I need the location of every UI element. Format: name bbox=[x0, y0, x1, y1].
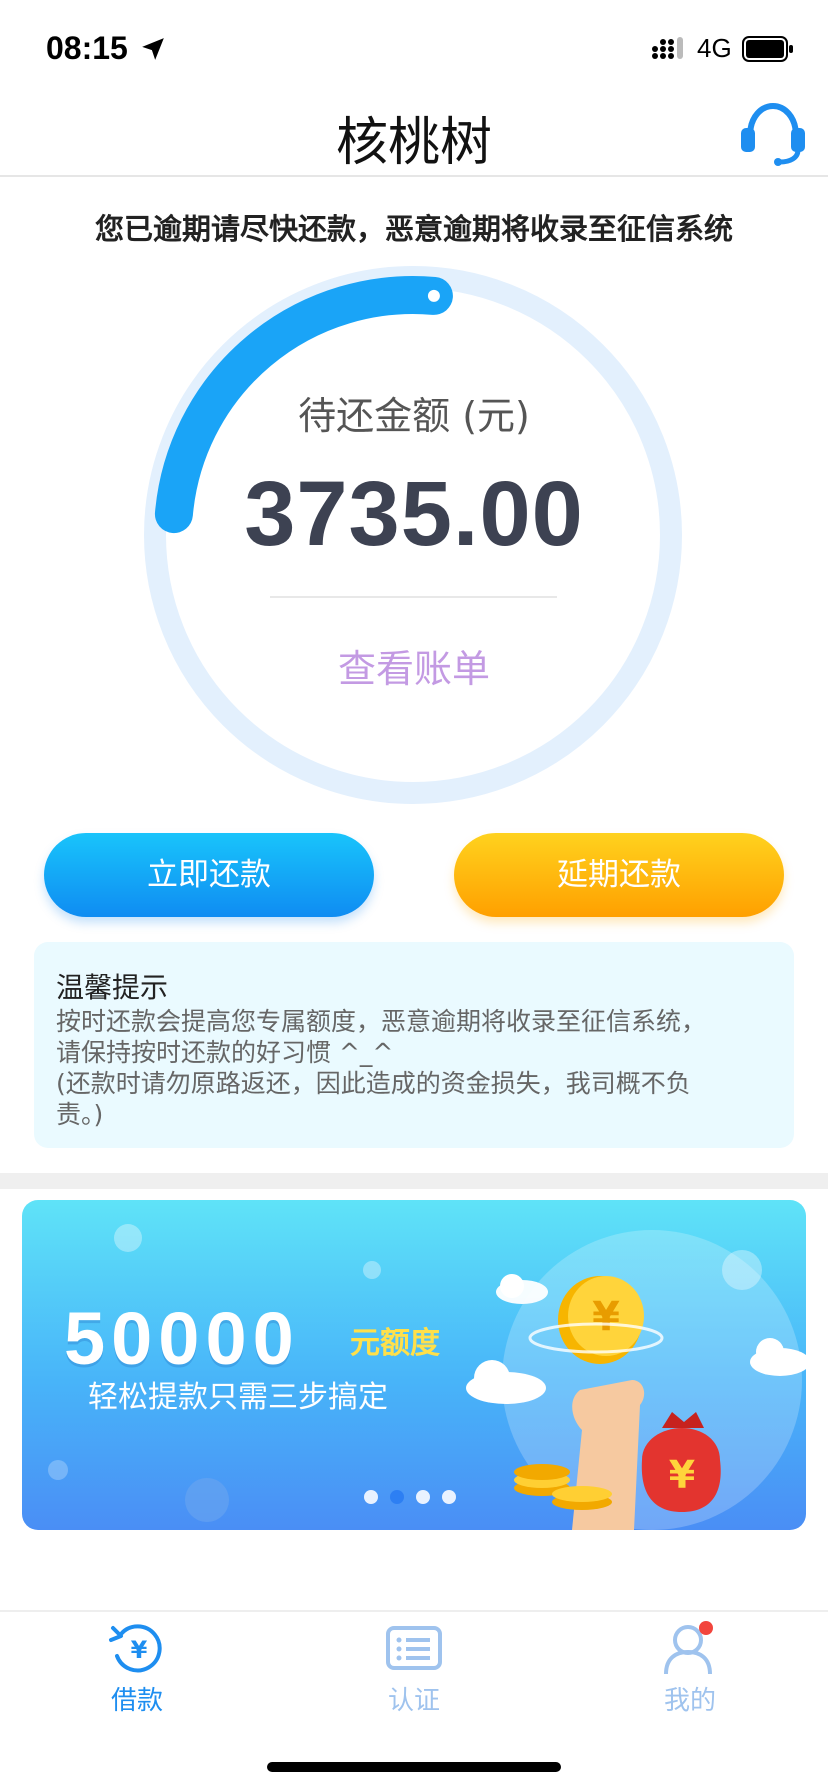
tab-label: 借款 bbox=[110, 1686, 163, 1716]
promo-banner[interactable]: 50000 元额度 轻松提款只需三步搞定 ¥ ¥ bbox=[22, 1200, 806, 1530]
signal-icon bbox=[652, 37, 683, 59]
tips-line: 请保持按时还款的好习惯 ^_^ bbox=[56, 1038, 394, 1067]
banner-amount: 50000 bbox=[64, 1297, 300, 1380]
amount-due: 3735.00 bbox=[244, 463, 584, 565]
tab-verify[interactable]: 认证 bbox=[344, 1620, 484, 1717]
profile-icon bbox=[664, 1621, 713, 1675]
banner-subtitle: 轻松提款只需三步搞定 bbox=[88, 1380, 388, 1415]
loan-yen-icon: ¥ bbox=[109, 1624, 162, 1673]
section-divider bbox=[0, 1173, 828, 1189]
defer-repayment-button[interactable]: 延期还款 bbox=[454, 833, 784, 917]
svg-text:¥: ¥ bbox=[131, 1636, 148, 1664]
carousel-dot[interactable] bbox=[442, 1490, 456, 1504]
overdue-warning: 您已逾期请尽快还款，恶意逾期将收录至征信系统 bbox=[94, 212, 733, 246]
banner-unit: 元额度 bbox=[350, 1326, 440, 1361]
tips-body: 按时还款会提高您专属额度，恶意逾期将收录至征信系统， 请保持按时还款的好习惯 ^… bbox=[56, 1006, 776, 1130]
nav-divider bbox=[0, 175, 828, 177]
amount-caption: 待还金额 (元) bbox=[298, 394, 530, 438]
tips-line: 责。) bbox=[56, 1100, 104, 1129]
carousel-dot-active[interactable] bbox=[390, 1490, 404, 1504]
svg-text:¥: ¥ bbox=[592, 1294, 620, 1340]
tips-box: 温馨提示 按时还款会提高您专属额度，恶意逾期将收录至征信系统， 请保持按时还款的… bbox=[34, 942, 794, 1148]
repay-now-button[interactable]: 立即还款 bbox=[44, 833, 374, 917]
tab-bar-divider bbox=[0, 1610, 828, 1612]
gauge-knob bbox=[427, 289, 440, 302]
tips-line: 按时还款会提高您专属额度，恶意逾期将收录至征信系统， bbox=[56, 1007, 707, 1036]
tab-mine[interactable]: 我的 bbox=[620, 1620, 760, 1717]
tips-line: (还款时请勿原路返还，因此造成的资金损失，我司概不负 bbox=[56, 1069, 691, 1098]
tab-label: 我的 bbox=[663, 1686, 716, 1716]
verify-list-icon bbox=[386, 1626, 442, 1670]
headset-icon[interactable] bbox=[738, 100, 808, 166]
location-arrow-icon bbox=[142, 38, 164, 60]
svg-text:¥: ¥ bbox=[669, 1453, 695, 1497]
hand-coin-illustration: ¥ ¥ bbox=[502, 1230, 802, 1530]
view-bill-link[interactable]: 查看账单 bbox=[0, 638, 828, 693]
tab-label: 认证 bbox=[387, 1686, 440, 1716]
notification-badge bbox=[699, 1621, 713, 1635]
gauge-divider bbox=[270, 596, 557, 598]
network-type: 4G bbox=[697, 33, 732, 63]
tips-title: 温馨提示 bbox=[56, 971, 169, 1004]
home-indicator bbox=[267, 1762, 561, 1772]
battery-icon bbox=[742, 36, 793, 62]
page-title: 核桃树 bbox=[335, 113, 492, 173]
tab-loan[interactable]: ¥ 借款 bbox=[67, 1620, 207, 1717]
status-time: 08:15 bbox=[46, 30, 128, 66]
carousel-dot[interactable] bbox=[364, 1490, 378, 1504]
carousel-dot[interactable] bbox=[416, 1490, 430, 1504]
